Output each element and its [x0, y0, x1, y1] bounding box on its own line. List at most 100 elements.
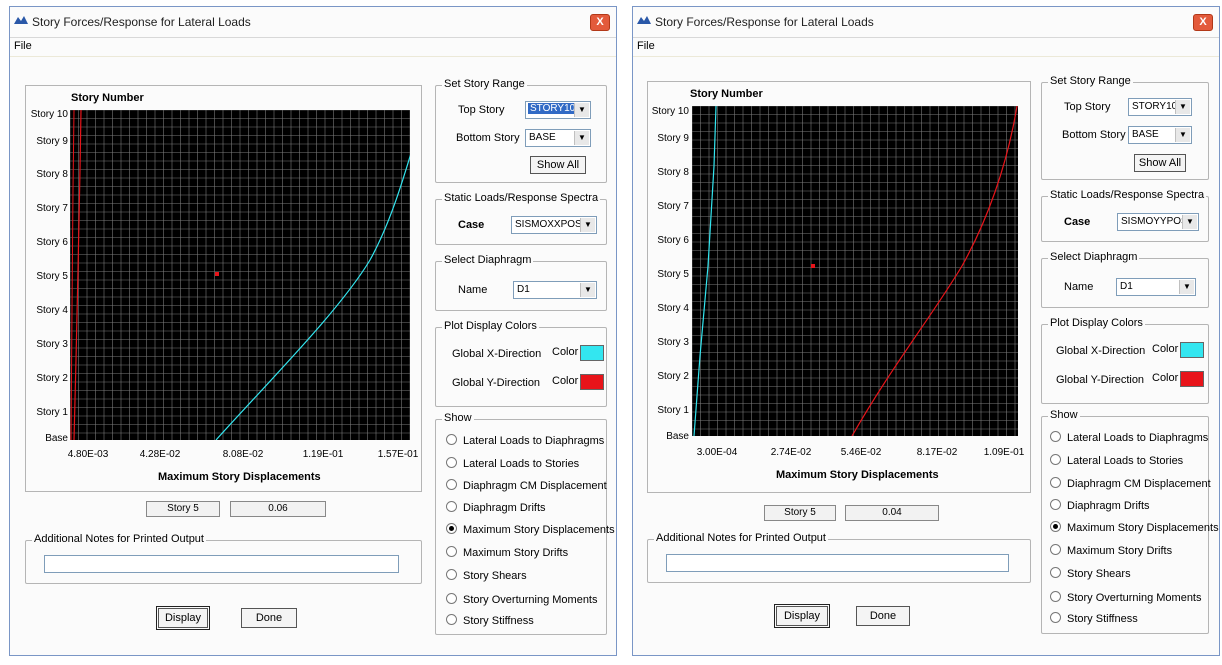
radio-story-overturning-moments[interactable]: Story Overturning Moments [1050, 591, 1202, 604]
radio-max-story-drifts[interactable]: Maximum Story Drifts [446, 546, 568, 559]
notes-input[interactable] [44, 555, 399, 573]
top-story-select[interactable]: STORY10 ▼ [1128, 98, 1192, 116]
diaphragm-select[interactable]: D1 ▼ [1116, 278, 1196, 296]
radio-label: Lateral Loads to Stories [1067, 455, 1184, 467]
y-tick-label: Story 7 [657, 201, 689, 212]
radio-max-story-displacements[interactable]: Maximum Story Displacements [446, 523, 615, 536]
y-tick-label: Base [45, 433, 68, 444]
x-tick-label: 4.80E-03 [67, 449, 109, 460]
radio-selected-icon[interactable] [1050, 521, 1061, 532]
done-button[interactable]: Done [856, 606, 910, 626]
radio-diaphragm-drifts[interactable]: Diaphragm Drifts [446, 501, 546, 514]
y-axis-title: Story Number [71, 92, 144, 104]
radio-icon[interactable] [446, 546, 457, 557]
chevron-down-icon[interactable]: ▼ [1175, 128, 1190, 142]
radio-story-stiffness[interactable]: Story Stiffness [446, 614, 534, 627]
x-color-swatch[interactable] [1180, 342, 1204, 358]
radio-story-shears[interactable]: Story Shears [1050, 567, 1131, 580]
radio-icon[interactable] [1050, 431, 1061, 442]
radio-diaphragm-cm-displacement[interactable]: Diaphragm CM Displacement [1050, 477, 1211, 490]
story-forces-window-y: Story Forces/Response for Lateral Loads … [632, 6, 1220, 656]
chevron-down-icon[interactable]: ▼ [1182, 215, 1197, 229]
radio-icon[interactable] [1050, 612, 1061, 623]
radio-icon[interactable] [446, 569, 457, 580]
radio-label: Lateral Loads to Diaphragms [1067, 432, 1209, 444]
readout-value: 0.04 [845, 505, 939, 521]
display-button[interactable]: Display [156, 606, 210, 630]
close-icon[interactable]: X [590, 14, 610, 31]
x-tick-label: 3.00E-04 [696, 447, 738, 458]
story-forces-window-x: Story Forces/Response for Lateral Loads … [9, 6, 617, 656]
radio-label: Lateral Loads to Diaphragms [463, 435, 605, 447]
done-button[interactable]: Done [241, 608, 297, 628]
diaphragm-select[interactable]: D1 ▼ [513, 281, 597, 299]
y-color-swatch[interactable] [580, 374, 604, 390]
radio-icon[interactable] [446, 593, 457, 604]
notes-input[interactable] [666, 554, 1009, 572]
radio-icon[interactable] [446, 457, 457, 468]
radio-max-story-drifts[interactable]: Maximum Story Drifts [1050, 544, 1172, 557]
radio-icon[interactable] [1050, 567, 1061, 578]
radio-lateral-loads-stories[interactable]: Lateral Loads to Stories [446, 457, 579, 470]
radio-story-stiffness[interactable]: Story Stiffness [1050, 612, 1138, 625]
show-all-button[interactable]: Show All [530, 156, 586, 174]
radio-story-shears[interactable]: Story Shears [446, 569, 527, 582]
case-select[interactable]: SISMOXXPOS ▼ [511, 216, 597, 234]
menu-file[interactable]: File [637, 40, 655, 52]
x-tick-label: 8.08E-02 [222, 449, 264, 460]
x-tick-label: 8.17E-02 [916, 447, 958, 458]
story-range-group: Set Story Range Top Story STORY10 ▼ Bott… [435, 78, 607, 183]
displacement-plot[interactable] [692, 106, 1018, 436]
plot-panel: Story Number Story 10 Story 9 Story 8 St… [647, 81, 1031, 493]
case-value: SISMOYYPOS [1121, 216, 1188, 227]
radio-label: Maximum Story Displacements [463, 524, 615, 536]
radio-lateral-loads-diaphragms[interactable]: Lateral Loads to Diaphragms [446, 434, 604, 447]
case-value: SISMOXXPOS [515, 219, 582, 230]
chevron-down-icon[interactable]: ▼ [1175, 100, 1190, 114]
static-loads-legend: Static Loads/Response Spectra [442, 192, 601, 204]
chevron-down-icon[interactable]: ▼ [580, 283, 595, 297]
case-select[interactable]: SISMOYYPOS ▼ [1117, 213, 1199, 231]
radio-story-overturning-moments[interactable]: Story Overturning Moments [446, 593, 598, 606]
y-color-label: Color [552, 375, 579, 387]
bottom-story-select[interactable]: BASE ▼ [525, 129, 591, 147]
radio-icon[interactable] [446, 501, 457, 512]
radio-label: Maximum Story Drifts [1067, 545, 1173, 557]
radio-lateral-loads-stories[interactable]: Lateral Loads to Stories [1050, 454, 1183, 467]
chevron-down-icon[interactable]: ▼ [574, 131, 589, 145]
x-color-swatch[interactable] [580, 345, 604, 361]
radio-icon[interactable] [1050, 591, 1061, 602]
menu-file[interactable]: File [14, 40, 32, 52]
show-group: Show Lateral Loads to Diaphragms Lateral… [1041, 409, 1219, 634]
title-bar[interactable]: Story Forces/Response for Lateral Loads … [10, 7, 616, 38]
bottom-story-select[interactable]: BASE ▼ [1128, 126, 1192, 144]
top-story-select[interactable]: STORY10 ▼ [525, 101, 591, 119]
x-tick-label: 2.74E-02 [770, 447, 812, 458]
radio-diaphragm-cm-displacement[interactable]: Diaphragm CM Displacement [446, 479, 607, 492]
radio-icon[interactable] [446, 434, 457, 445]
bottom-story-label: Bottom Story [1062, 129, 1126, 141]
radio-diaphragm-drifts[interactable]: Diaphragm Drifts [1050, 499, 1150, 512]
display-button[interactable]: Display [774, 604, 830, 628]
radio-icon[interactable] [1050, 544, 1061, 555]
chevron-down-icon[interactable]: ▼ [1179, 280, 1194, 294]
diaphragm-legend: Select Diaphragm [1048, 251, 1140, 263]
title-bar[interactable]: Story Forces/Response for Lateral Loads … [633, 7, 1219, 38]
x-tick-label: 5.46E-02 [840, 447, 882, 458]
radio-icon[interactable] [446, 479, 457, 490]
radio-max-story-displacements[interactable]: Maximum Story Displacements [1050, 521, 1219, 534]
radio-lateral-loads-diaphragms[interactable]: Lateral Loads to Diaphragms [1050, 431, 1208, 444]
show-all-button[interactable]: Show All [1134, 154, 1186, 172]
chevron-down-icon[interactable]: ▼ [574, 103, 589, 117]
displacement-plot[interactable] [70, 110, 410, 440]
radio-icon[interactable] [446, 614, 457, 625]
radio-icon[interactable] [1050, 477, 1061, 488]
y-color-swatch[interactable] [1180, 371, 1204, 387]
x-axis-title: Maximum Story Displacements [158, 471, 321, 483]
close-icon[interactable]: X [1193, 14, 1213, 31]
radio-icon[interactable] [1050, 499, 1061, 510]
static-loads-legend: Static Loads/Response Spectra [1048, 189, 1207, 201]
chevron-down-icon[interactable]: ▼ [580, 218, 595, 232]
radio-selected-icon[interactable] [446, 523, 457, 534]
radio-icon[interactable] [1050, 454, 1061, 465]
